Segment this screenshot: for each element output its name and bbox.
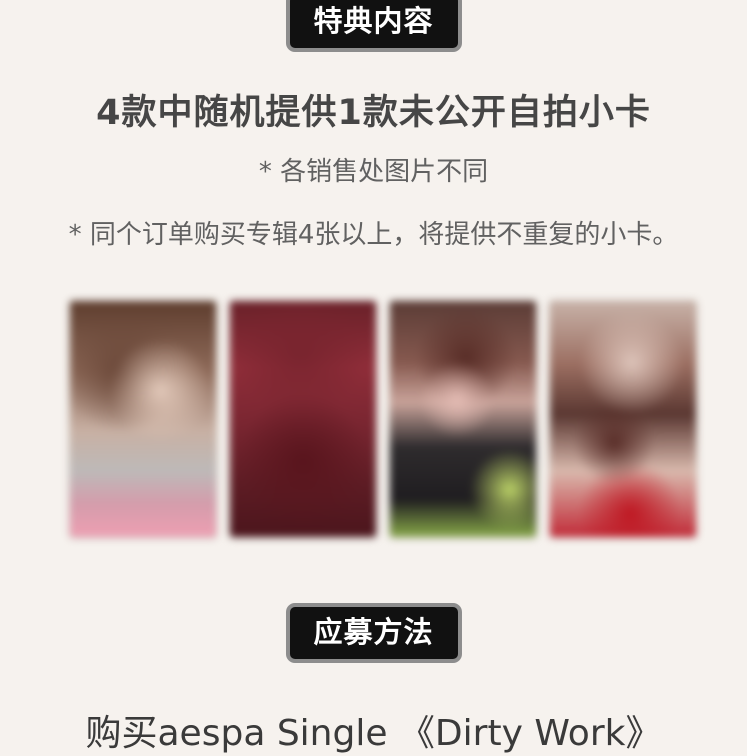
benefit-headline: 4款中随机提供1款未公开自拍小卡 bbox=[96, 93, 651, 133]
method-section-title: 应募方法 bbox=[285, 603, 462, 663]
photocard-4 bbox=[549, 300, 697, 538]
photocard-3 bbox=[389, 300, 537, 538]
note-different-images: * 各销售处图片不同 bbox=[258, 157, 489, 187]
photocard-2 bbox=[229, 300, 377, 538]
benefit-section-title: 特典内容 bbox=[285, 0, 462, 52]
photocard-1 bbox=[69, 300, 217, 538]
purchase-instruction-text: 购买aespa Single 《Dirty Work》 bbox=[85, 713, 662, 754]
photocard-gallery bbox=[69, 300, 698, 538]
note-no-duplicate-cards: * 同个订单购买专辑4张以上，将提供不重复的小卡。 bbox=[68, 220, 679, 250]
